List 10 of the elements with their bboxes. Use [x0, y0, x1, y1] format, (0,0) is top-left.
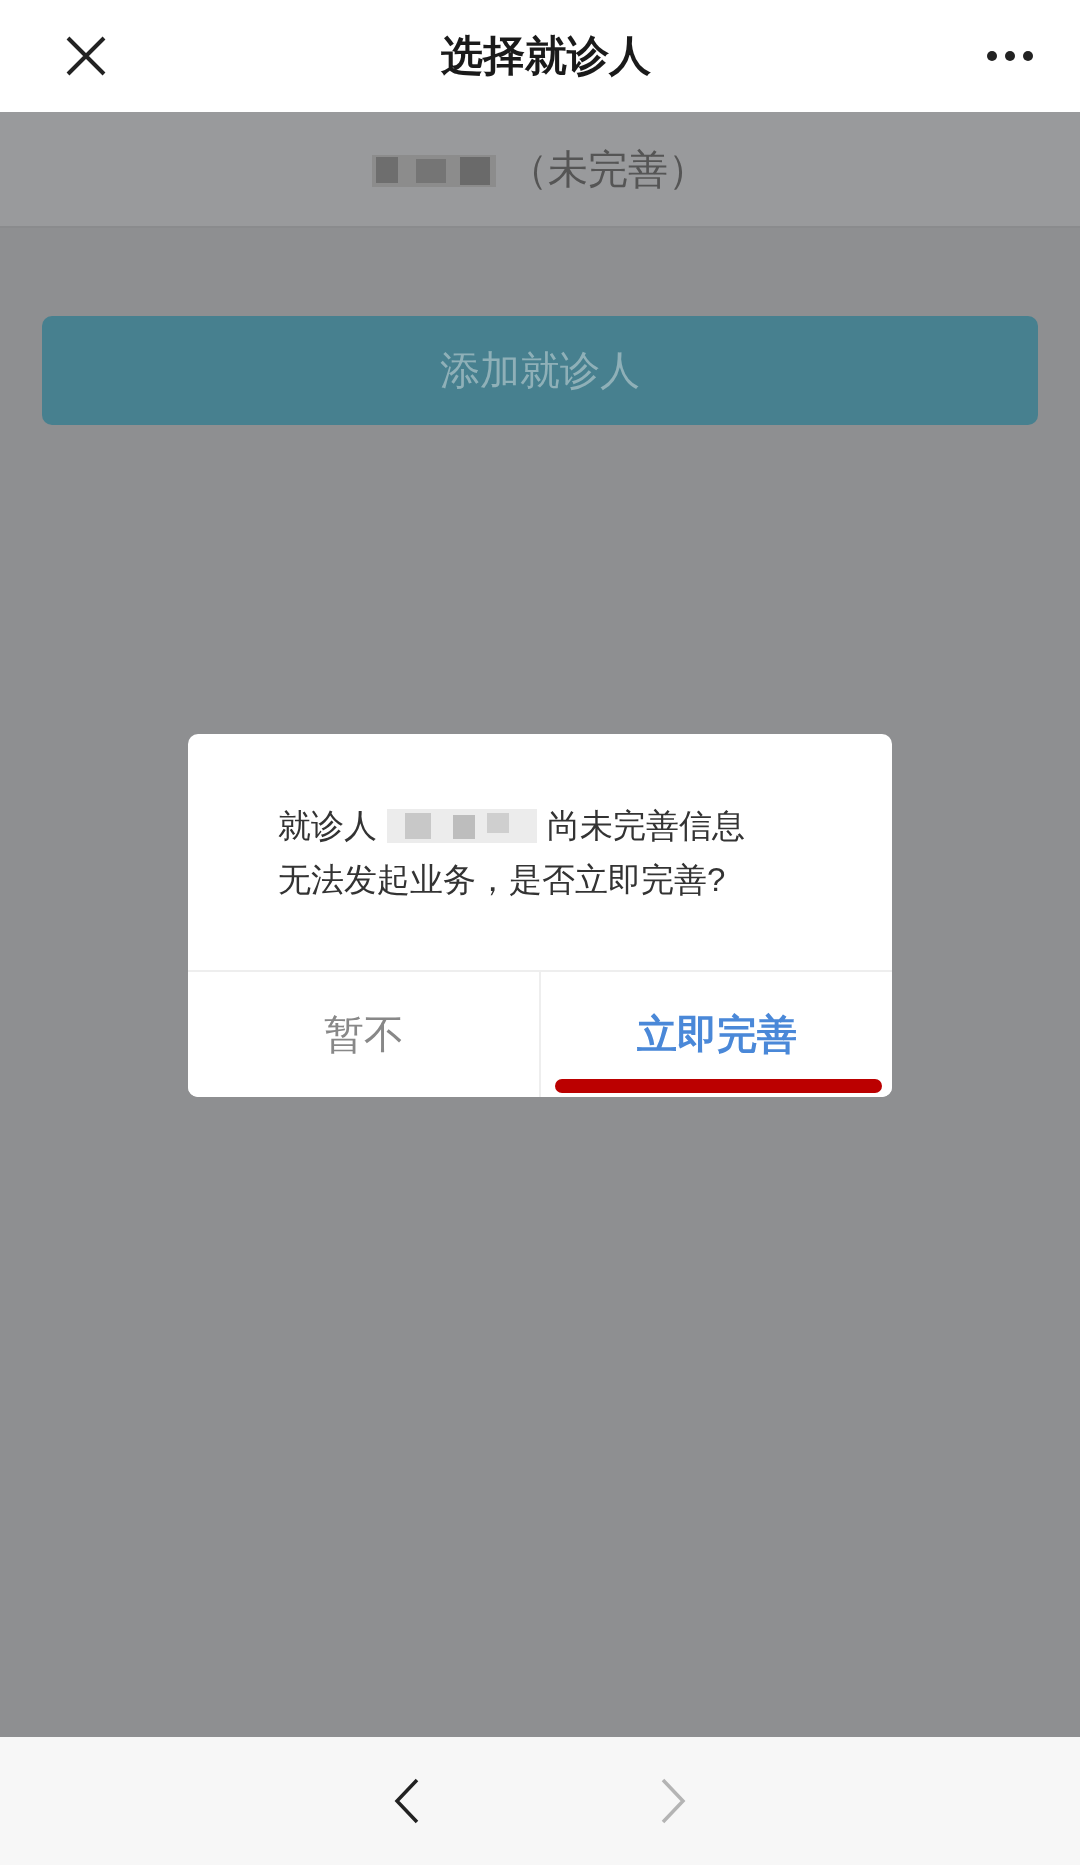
message-text: 就诊人	[278, 806, 377, 846]
patient-row[interactable]: （未完善）	[0, 112, 1080, 228]
message-text: 尚未完善信息	[547, 806, 745, 846]
back-icon[interactable]	[394, 1778, 420, 1824]
add-patient-button[interactable]: 添加就诊人	[42, 316, 1038, 425]
page-title: 选择就诊人	[441, 31, 651, 81]
more-icon[interactable]	[986, 50, 1034, 62]
message-text: 无法发起业务，是否立即完善?	[278, 860, 726, 900]
close-icon[interactable]	[66, 36, 106, 76]
patient-status: （未完善）	[508, 145, 708, 193]
